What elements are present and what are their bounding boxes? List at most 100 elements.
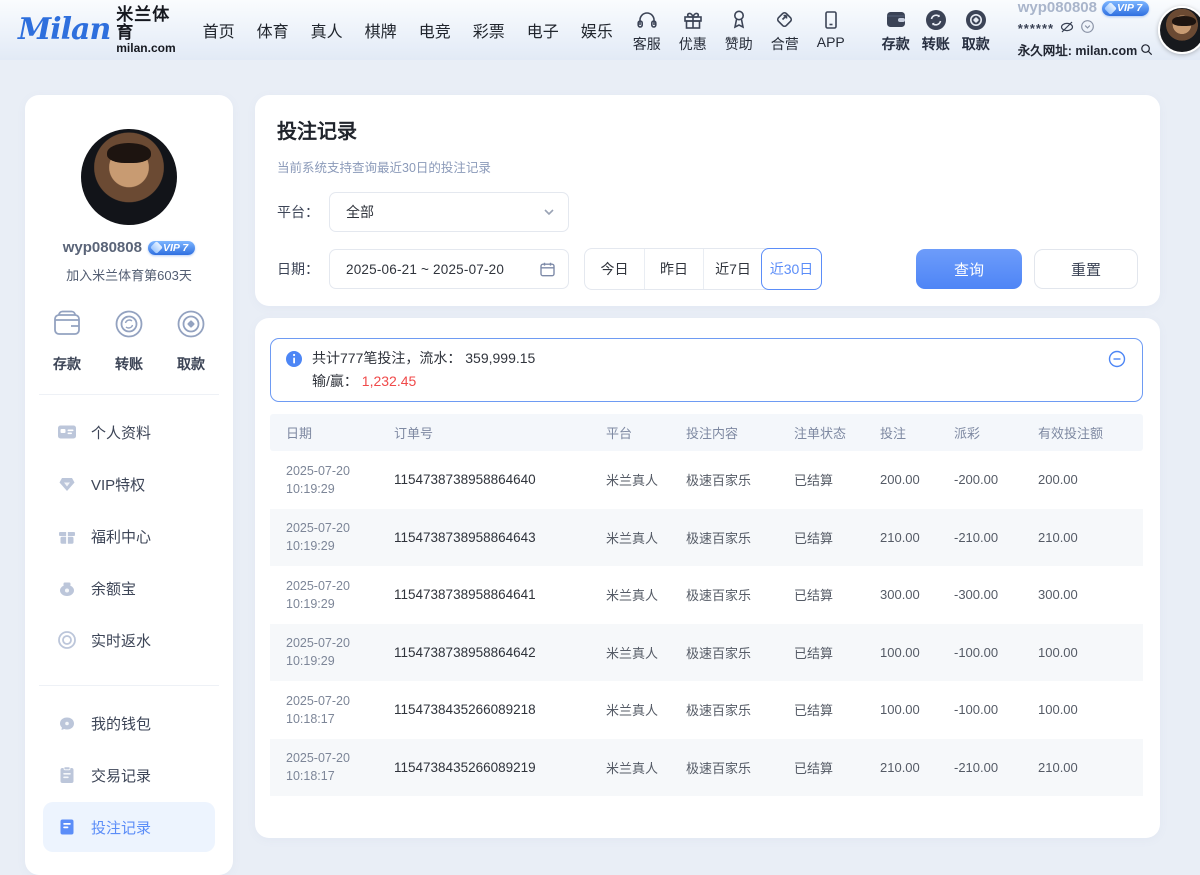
table-body: 2025-07-2010:19:29 1154738738958864640 米…	[270, 451, 1143, 796]
sidebar-item-profile[interactable]: 个人资料	[43, 407, 215, 457]
platform-label: 平台：	[277, 202, 329, 222]
vip-gem-icon	[1104, 2, 1117, 15]
search-button[interactable]: 查询	[916, 249, 1022, 289]
gift-icon	[681, 7, 705, 33]
col-bet: 投注	[864, 423, 938, 442]
date-range-value: 2025-06-21 ~ 2025-07-20	[346, 262, 539, 277]
date-range-input[interactable]: 2025-06-21 ~ 2025-07-20	[329, 249, 569, 289]
date-label: 日期：	[277, 259, 329, 279]
deposit-wallet-icon	[883, 7, 909, 33]
eye-off-icon[interactable]	[1059, 19, 1075, 41]
bet-doc-icon	[57, 817, 77, 837]
transfer-button[interactable]: 转账	[916, 7, 956, 54]
sidebar-item-betting-records[interactable]: 投注记录	[43, 802, 215, 852]
nav-cards[interactable]: 棋牌	[354, 12, 408, 48]
col-status: 注单状态	[778, 423, 864, 442]
site-url-text: 永久网址: milan.com	[1018, 44, 1137, 60]
sidebar-item-yuebao[interactable]: 余额宝	[43, 563, 215, 613]
header-wallet-icons: 存款 转账 取款	[876, 7, 996, 54]
top-header: Milan 米兰体育 milan.com 首页 体育 真人 棋牌 电竞 彩票 电…	[0, 0, 1200, 60]
vip-badge: VIP 7	[1102, 1, 1149, 16]
sidebar-item-vip[interactable]: VIP特权	[43, 459, 215, 509]
sidebar-menu-group-2: 我的钱包 交易记录 投注记录	[43, 692, 215, 852]
vip-gem-heart-icon	[57, 474, 77, 494]
summary-total-text: 共计777笔投注，流水： 359,999.15	[312, 348, 1108, 369]
piggy-wallet-icon	[57, 713, 77, 733]
sidebar-avatar[interactable]	[81, 129, 177, 225]
sidebar-withdraw-button[interactable]: 取款	[173, 306, 209, 374]
rebate-circle-icon	[57, 630, 77, 650]
header-quick-icons: 客服 优惠 赞助 合营	[624, 7, 854, 54]
headset-icon	[635, 7, 659, 33]
col-date: 日期	[270, 423, 378, 442]
range-today-button[interactable]: 今日	[585, 249, 644, 289]
col-payout: 派彩	[938, 423, 1022, 442]
withdraw-button[interactable]: 取款	[956, 7, 996, 54]
nav-live[interactable]: 真人	[300, 12, 354, 48]
app-download-button[interactable]: APP	[808, 7, 854, 54]
sidebar-item-welfare[interactable]: 福利中心	[43, 511, 215, 561]
search-icon[interactable]	[1139, 42, 1154, 62]
reset-button[interactable]: 重置	[1034, 249, 1138, 289]
collapse-icon[interactable]	[1108, 350, 1126, 373]
range-7days-button[interactable]: 近7日	[703, 249, 762, 289]
user-info-block: wyp080808 VIP 7 ****** 永久网址: milan.com	[1018, 0, 1146, 61]
col-content: 投注内容	[670, 423, 778, 442]
logo-script-text: Milan	[18, 15, 110, 45]
sidebar-item-rebate[interactable]: 实时返水	[43, 615, 215, 665]
table-row: 2025-07-2010:19:29 1154738738958864642 米…	[270, 624, 1143, 682]
loss-value: 1,232.45	[362, 373, 417, 389]
promotions-button[interactable]: 优惠	[670, 7, 716, 54]
main-nav: 首页 体育 真人 棋牌 电竞 彩票 电子 娱乐	[192, 12, 624, 48]
deposit-button[interactable]: 存款	[876, 7, 916, 54]
partner-icon	[773, 7, 797, 33]
customer-service-button[interactable]: 客服	[624, 7, 670, 54]
nav-home[interactable]: 首页	[192, 12, 246, 48]
records-card: 共计777笔投注，流水： 359,999.15 输/赢： 1,232.45 日期…	[255, 318, 1160, 838]
nav-esports[interactable]: 电竞	[408, 12, 462, 48]
masked-balance: ******	[1018, 21, 1054, 37]
sidebar-vip-badge: VIP 7	[148, 241, 195, 255]
col-platform: 平台	[590, 423, 670, 442]
page-title: 投注记录	[277, 115, 1138, 144]
betting-records-table: 日期 订单号 平台 投注内容 注单状态 投注 派彩 有效投注额 2025-07-…	[270, 414, 1143, 796]
nav-entertainment[interactable]: 娱乐	[570, 12, 624, 48]
summary-loss-text: 输/赢： 1,232.45	[312, 371, 1108, 392]
welfare-gift-icon	[57, 526, 77, 546]
col-valid: 有效投注额	[1022, 423, 1140, 442]
range-30days-button[interactable]: 近30日	[761, 248, 822, 290]
sidebar-transfer-button[interactable]: 转账	[111, 306, 147, 374]
username-text: wyp080808	[1018, 0, 1097, 18]
date-quick-ranges: 今日 昨日 近7日 近30日	[584, 248, 822, 290]
withdraw-outline-icon	[173, 306, 209, 347]
trophy-icon	[727, 7, 751, 33]
nav-slots[interactable]: 电子	[516, 12, 570, 48]
table-row: 2025-07-2010:18:17 1154738435266089218 米…	[270, 681, 1143, 739]
sidebar-divider	[39, 394, 219, 395]
nav-sports[interactable]: 体育	[246, 12, 300, 48]
vip-gem-icon	[150, 241, 163, 254]
platform-selected-value: 全部	[346, 202, 542, 222]
sidebar-divider	[39, 685, 219, 686]
chevron-circle-icon[interactable]	[1080, 19, 1095, 40]
partnership-button[interactable]: 合营	[762, 7, 808, 54]
filters-card: 投注记录 当前系统支持查询最近30日的投注记录 平台： 全部 日期： 2025-…	[255, 95, 1160, 306]
sidebar-username: wyp080808	[63, 239, 142, 256]
range-yesterday-button[interactable]: 昨日	[644, 249, 703, 289]
brand-logo[interactable]: Milan 米兰体育 milan.com	[18, 6, 176, 54]
page-subtitle: 当前系统支持查询最近30日的投注记录	[277, 157, 1138, 176]
platform-select[interactable]: 全部	[329, 192, 569, 232]
sponsorship-button[interactable]: 赞助	[716, 7, 762, 54]
id-card-icon	[57, 422, 77, 442]
calendar-icon	[539, 261, 556, 278]
money-pot-icon	[57, 578, 77, 598]
wallet-outline-icon	[49, 306, 85, 347]
transfer-circle-icon	[923, 7, 949, 33]
table-row: 2025-07-2010:19:29 1154738738958864643 米…	[270, 509, 1143, 567]
sidebar-item-my-wallet[interactable]: 我的钱包	[43, 698, 215, 748]
table-row: 2025-07-2010:18:17 1154738435266089219 米…	[270, 739, 1143, 797]
nav-lottery[interactable]: 彩票	[462, 12, 516, 48]
user-avatar[interactable]	[1158, 6, 1200, 54]
sidebar-deposit-button[interactable]: 存款	[49, 306, 85, 374]
withdraw-circle-icon	[963, 7, 989, 33]
